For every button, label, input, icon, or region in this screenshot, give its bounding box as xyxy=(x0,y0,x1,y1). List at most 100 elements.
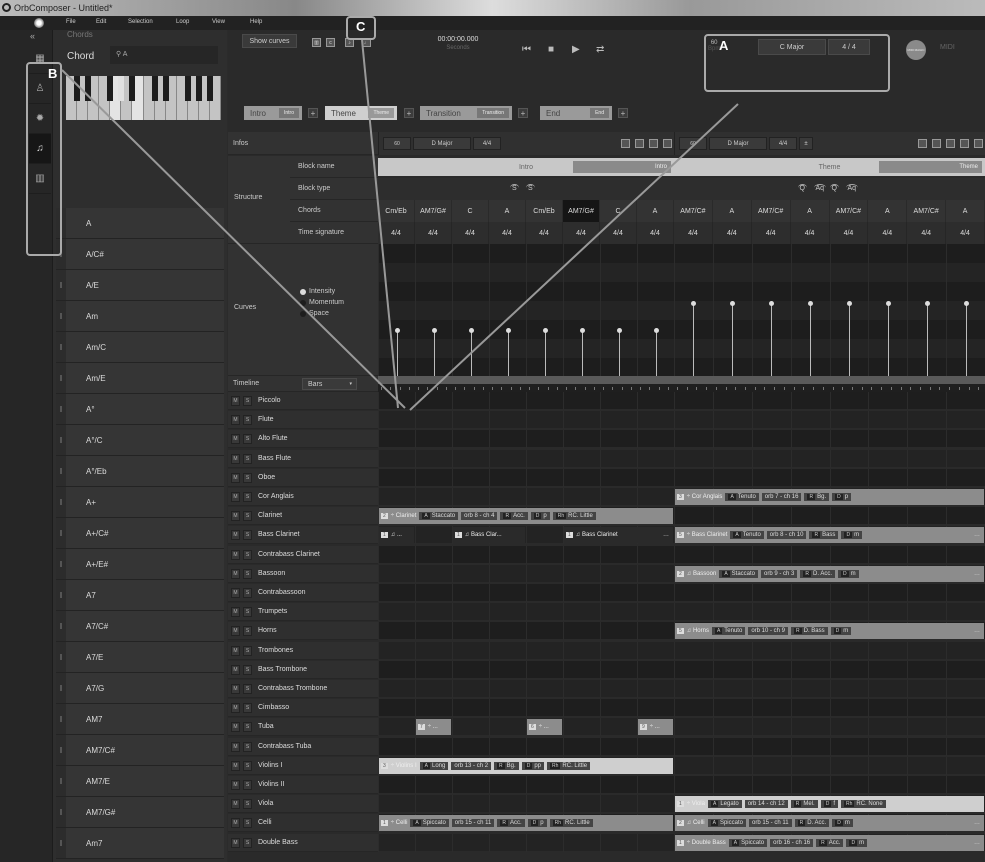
track-lane[interactable] xyxy=(378,603,985,622)
intensity-point[interactable] xyxy=(653,327,659,333)
mute-button[interactable]: M xyxy=(231,415,240,426)
chord-list-item[interactable]: A°/C xyxy=(56,425,224,456)
solo-button[interactable]: S xyxy=(243,511,252,522)
mute-button[interactable]: M xyxy=(231,799,240,810)
melody-icon[interactable] xyxy=(918,139,927,148)
mute-button[interactable]: M xyxy=(231,607,240,618)
mute-button[interactable]: M xyxy=(231,645,240,656)
solo-button[interactable]: S xyxy=(243,626,252,637)
block-type-symbol[interactable]: Q xyxy=(829,184,839,192)
time-sig-cell[interactable]: 4/4 xyxy=(752,222,791,244)
block-type-symbol[interactable]: S xyxy=(526,184,535,192)
mute-button[interactable]: M xyxy=(231,664,240,675)
clip-attribute[interactable]: R Bg. xyxy=(804,493,830,501)
clip-attribute[interactable]: R Acc. xyxy=(497,819,525,828)
intensity-point[interactable] xyxy=(579,327,585,333)
instrument-clip[interactable]: 9 ÷ ... xyxy=(638,719,673,736)
clip-attribute[interactable]: Rh RC. Little xyxy=(552,512,596,521)
piano-black-key[interactable] xyxy=(206,76,213,101)
score-view-icon[interactable] xyxy=(663,139,672,148)
clip-attribute[interactable]: R Bass xyxy=(809,531,839,540)
clip-attribute[interactable]: R D. Acc. xyxy=(794,819,830,828)
time-sig-cell[interactable]: 4/4 xyxy=(907,222,947,244)
intensity-point[interactable] xyxy=(468,327,474,333)
solo-button[interactable]: S xyxy=(243,472,252,483)
track-lane[interactable] xyxy=(378,545,985,564)
solo-button[interactable]: S xyxy=(243,664,252,675)
block-type-symbol[interactable]: Q xyxy=(797,184,807,192)
add-block-button[interactable]: + xyxy=(404,108,414,118)
solo-button[interactable]: S xyxy=(243,645,252,656)
chord-cell[interactable]: A xyxy=(713,200,752,222)
time-sig-cell[interactable]: 4/4 xyxy=(452,222,489,244)
drag-handle-icon[interactable] xyxy=(56,549,66,579)
radio-button[interactable] xyxy=(300,299,306,306)
menu-file[interactable]: File xyxy=(66,19,76,25)
drag-handle-icon[interactable] xyxy=(56,580,66,610)
solo-button[interactable]: S xyxy=(243,818,252,829)
clip-attribute[interactable]: orb 9 - ch 3 xyxy=(761,569,798,578)
radio-button[interactable] xyxy=(300,310,306,317)
block-type-symbol[interactable]: S xyxy=(510,184,519,192)
solo-button[interactable]: S xyxy=(243,549,252,560)
piano-black-key[interactable] xyxy=(118,76,125,101)
piano-black-key[interactable] xyxy=(85,76,92,101)
chord-cell[interactable]: AM7/C# xyxy=(752,200,791,222)
instrument-clip[interactable]: 1 ÷ Double Bass A Spiccato orb 16 - ch 16 R Ac… xyxy=(675,834,984,851)
more-icon[interactable]: … xyxy=(974,532,980,538)
solo-button[interactable]: S xyxy=(243,780,252,790)
mute-button[interactable]: M xyxy=(231,760,240,771)
section-curves[interactable] xyxy=(378,244,674,376)
clip-attribute[interactable]: A Spiccato xyxy=(410,819,449,828)
instrument-clip[interactable]: 5 ÷ Bass Clarinet A Tenuto orb 8 - ch 10 R Bas… xyxy=(675,527,984,544)
time-sig-cell[interactable]: 4/4 xyxy=(713,222,752,244)
time-sig-cell[interactable]: 4/4 xyxy=(868,222,908,244)
drag-handle-icon[interactable] xyxy=(56,456,66,486)
mute-button[interactable]: M xyxy=(231,722,240,733)
drag-handle-icon[interactable] xyxy=(56,394,66,424)
clip-attribute[interactable]: orb 14 - ch 12 xyxy=(744,800,788,809)
chord-view-icon[interactable] xyxy=(635,139,644,148)
instrument-clip[interactable]: 1 ♫ ... xyxy=(379,527,414,544)
note-view-icon[interactable] xyxy=(960,139,969,148)
clip-attribute[interactable]: Dm xyxy=(838,569,859,578)
instrument-clip[interactable]: 2 ♫ Celli A Spiccato orb 15 - ch 11 R D. Acc. D… xyxy=(675,815,984,832)
piano-black-key[interactable] xyxy=(74,76,81,101)
block-end[interactable]: End End xyxy=(540,106,612,120)
clip-attribute[interactable]: A Long xyxy=(419,761,449,770)
clip-attribute[interactable]: orb 16 - ch 16 xyxy=(770,838,814,847)
time-sig-cell[interactable]: 4/4 xyxy=(674,222,713,244)
curve-option-momentum[interactable]: Momentum xyxy=(300,299,344,306)
clip-attribute[interactable]: A Tenuto xyxy=(730,531,764,540)
chord-list-item[interactable]: A7/C# xyxy=(56,611,224,642)
menu-view[interactable]: View xyxy=(212,19,225,25)
section-block-type[interactable]: Q Aq Q Aq xyxy=(674,178,985,200)
piano-keyboard[interactable] xyxy=(66,76,222,120)
solo-button[interactable]: S xyxy=(243,568,252,579)
section-block-name[interactable]: Theme Theme xyxy=(674,158,985,176)
time-sig-cell[interactable]: 4/4 xyxy=(378,222,415,244)
clip-attribute[interactable]: Dp xyxy=(530,512,550,521)
piano-black-key[interactable] xyxy=(162,76,169,101)
section-block-name[interactable]: Intro Intro xyxy=(378,158,674,176)
mute-button[interactable]: M xyxy=(231,472,240,483)
drag-handle-icon[interactable] xyxy=(56,611,66,641)
mute-button[interactable]: M xyxy=(231,588,240,598)
track-lane[interactable] xyxy=(378,660,985,679)
stop-icon[interactable]: ■ xyxy=(548,44,554,55)
drag-handle-icon[interactable] xyxy=(56,363,66,393)
curve-option-space[interactable]: Space xyxy=(300,310,329,317)
solo-button[interactable]: S xyxy=(243,703,252,714)
solo-button[interactable]: S xyxy=(243,837,252,848)
track-lane[interactable] xyxy=(378,468,985,487)
clip-attribute[interactable]: A Staccato xyxy=(719,569,759,578)
chord-list-item[interactable]: A° xyxy=(56,394,224,425)
solo-button[interactable]: S xyxy=(243,741,252,752)
metronome-icon[interactable]: ± xyxy=(799,137,813,150)
drag-handle-icon[interactable] xyxy=(56,642,66,672)
section-key-select[interactable]: D Major xyxy=(413,137,471,150)
note-view-icon[interactable] xyxy=(649,139,658,148)
drag-handle-icon[interactable] xyxy=(56,797,66,827)
drag-handle-icon[interactable] xyxy=(56,332,66,362)
mute-button[interactable]: M xyxy=(231,492,240,502)
